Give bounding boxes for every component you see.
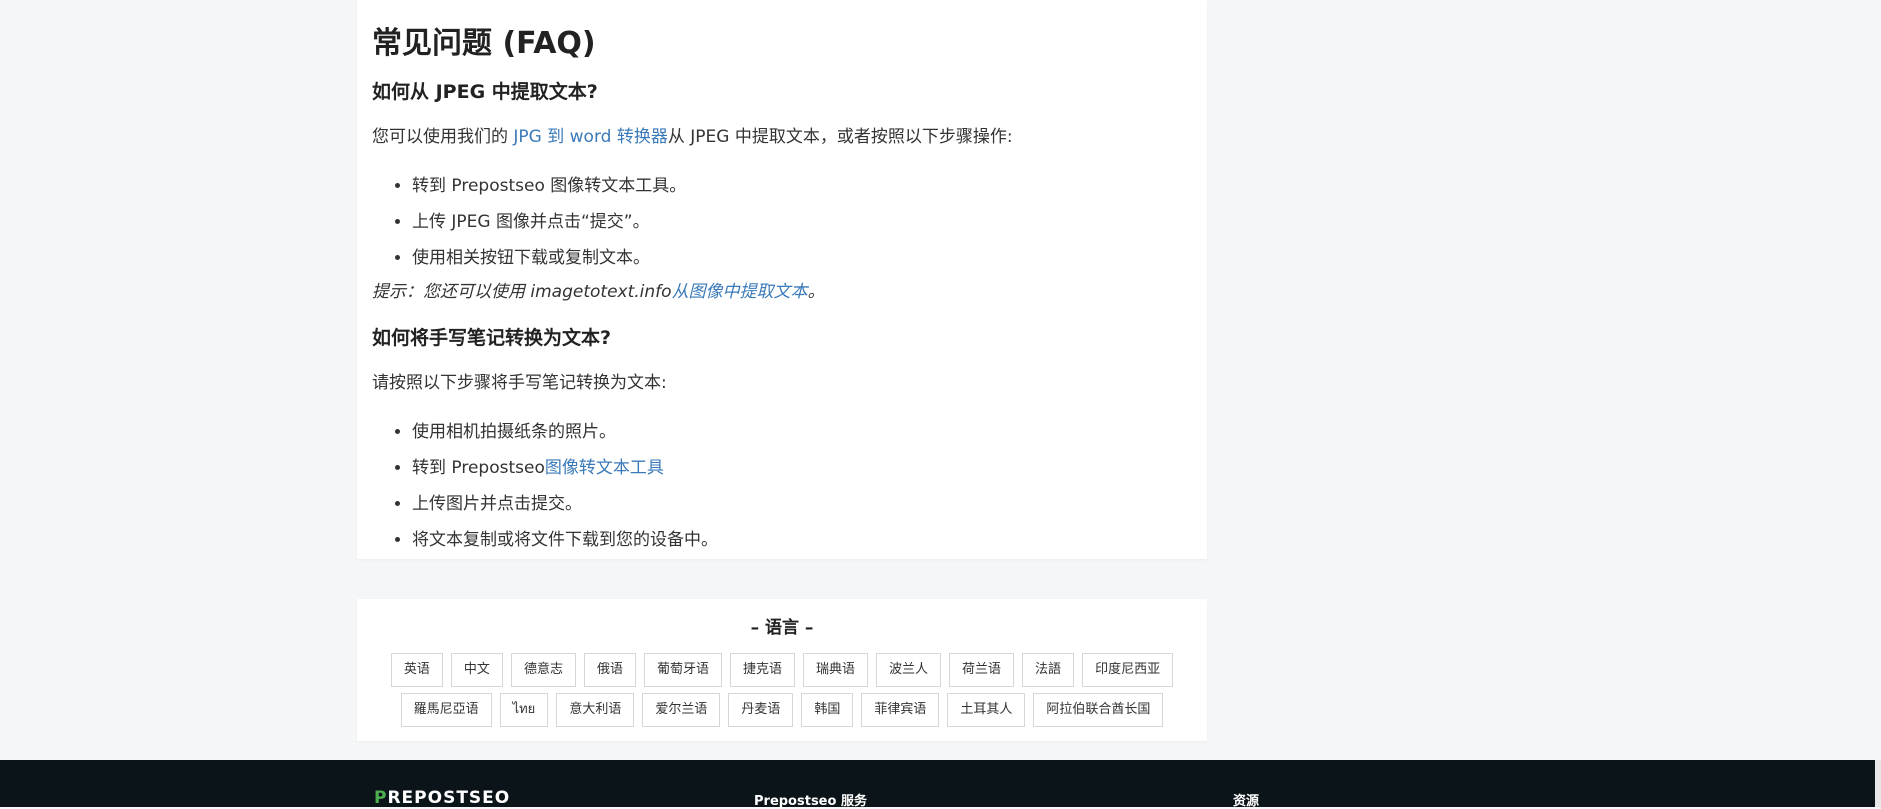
logo-mark: P — [374, 788, 388, 808]
list-item: 转到 Prepostseo图像转文本工具 — [412, 450, 718, 486]
languages-title: – 语言 – — [750, 618, 814, 638]
language-button[interactable]: 韩国 — [801, 693, 854, 727]
faq-tip: 提示：您还可以使用 imagetotext.info从图像中提取文本。 — [372, 279, 825, 305]
faq-question-jpeg: 如何从 JPEG 中提取文本? — [372, 81, 598, 103]
language-button[interactable]: 羅馬尼亞语 — [400, 693, 492, 727]
language-button[interactable]: 法語 — [1022, 653, 1075, 687]
faq-answer-jpeg-intro: 您可以使用我们的 JPG 到 word 转换器从 JPEG 中提取文本，或者按照… — [372, 124, 1013, 150]
language-button[interactable]: 印度尼西亚 — [1082, 653, 1174, 687]
list-item: 上传 JPEG 图像并点击“提交”。 — [412, 204, 686, 240]
jpeg-steps-list: 转到 Prepostseo 图像转文本工具。 上传 JPEG 图像并点击“提交”… — [372, 168, 686, 276]
languages-row-1: 英语 中文 德意志 俄语 葡萄牙语 捷克语 瑞典语 波兰人 荷兰语 法語 印度尼… — [357, 653, 1207, 687]
language-button[interactable]: 爱尔兰语 — [642, 693, 721, 727]
faq-section: 常见问题 (FAQ) 如何从 JPEG 中提取文本? 您可以使用我们的 JPG … — [357, 0, 1207, 559]
list-item: 使用相机拍摄纸条的照片。 — [412, 414, 718, 450]
logo-text: REPOSTSEO — [387, 788, 511, 808]
list-item: 使用相关按钮下载或复制文本。 — [412, 240, 686, 276]
faq-question-handwriting: 如何将手写笔记转换为文本? — [372, 327, 612, 349]
scrollbar[interactable] — [1875, 760, 1881, 807]
faq-answer-handwriting-intro: 请按照以下步骤将手写笔记转换为文本: — [372, 373, 667, 393]
languages-section: – 语言 – 英语 中文 德意志 俄语 葡萄牙语 捷克语 瑞典语 波兰人 荷兰语… — [357, 599, 1207, 741]
jpg-to-word-link[interactable]: JPG 到 word 转换器 — [513, 127, 667, 147]
list-item: 转到 Prepostseo 图像转文本工具。 — [412, 168, 686, 204]
list-item: 上传图片并点击提交。 — [412, 486, 718, 522]
image-to-text-tool-link[interactable]: 图像转文本工具 — [545, 458, 664, 478]
language-button[interactable]: 丹麦语 — [728, 693, 794, 727]
intro-text-before: 您可以使用我们的 — [372, 127, 514, 147]
tip-text-before: 提示：您还可以使用 imagetotext.info — [372, 282, 672, 302]
language-button[interactable]: 阿拉伯联合酋长国 — [1033, 693, 1164, 727]
language-button[interactable]: 德意志 — [510, 653, 576, 687]
language-button[interactable]: 捷克语 — [729, 653, 795, 687]
language-button[interactable]: 俄语 — [583, 653, 636, 687]
step2-text-before: 转到 Prepostseo — [412, 458, 545, 478]
languages-row-2: 羅馬尼亞语 ไทย 意大利语 爱尔兰语 丹麦语 韩国 菲律宾语 土耳其人 阿拉伯… — [357, 693, 1207, 727]
handwriting-steps-list: 使用相机拍摄纸条的照片。 转到 Prepostseo图像转文本工具 上传图片并点… — [372, 414, 718, 558]
prepostseo-logo[interactable]: PREPOSTSEO — [374, 788, 510, 808]
language-button[interactable]: 菲律宾语 — [861, 693, 940, 727]
language-button[interactable]: 葡萄牙语 — [643, 653, 722, 687]
language-button[interactable]: ไทย — [499, 693, 549, 727]
language-button[interactable]: 瑞典语 — [803, 653, 869, 687]
language-button[interactable]: 土耳其人 — [947, 693, 1026, 727]
language-button[interactable]: 荷兰语 — [949, 653, 1015, 687]
site-footer: PREPOSTSEO Prepostseo 服务 资源 — [0, 760, 1881, 809]
language-button[interactable]: 意大利语 — [556, 693, 635, 727]
tip-text-after: 。 — [807, 282, 825, 302]
language-button[interactable]: 中文 — [450, 653, 503, 687]
language-button[interactable]: 波兰人 — [876, 653, 942, 687]
language-button[interactable]: 英语 — [390, 653, 443, 687]
list-item: 将文本复制或将文件下载到您的设备中。 — [412, 522, 718, 558]
intro-text-after: 从 JPEG 中提取文本，或者按照以下步骤操作: — [667, 127, 1013, 147]
extract-text-from-image-link[interactable]: 从图像中提取文本 — [672, 282, 808, 302]
faq-title: 常见问题 (FAQ) — [372, 26, 596, 61]
